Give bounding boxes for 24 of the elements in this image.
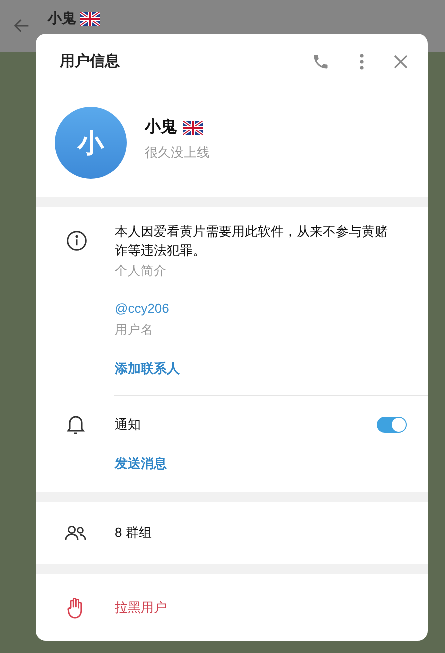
notifications-label: 通知: [115, 416, 142, 434]
flag-icon: [183, 121, 203, 135]
block-user-button[interactable]: 拉黑用户: [115, 598, 167, 618]
bell-icon: [66, 414, 84, 434]
profile-name: 小鬼: [145, 118, 177, 138]
chat-name: 小鬼: [48, 9, 76, 28]
close-icon[interactable]: [394, 55, 408, 69]
hand-icon: [66, 596, 84, 618]
username-label: 用户名: [115, 322, 155, 340]
last-seen-status: 很久没上线: [145, 144, 210, 162]
flag-icon: [80, 12, 100, 26]
dialog-title: 用户信息: [60, 52, 121, 72]
people-icon: [64, 525, 86, 541]
avatar: 小: [55, 107, 127, 179]
username-link[interactable]: @ccy206: [115, 298, 395, 318]
add-contact-button[interactable]: 添加联系人: [115, 359, 180, 378]
info-icon: [66, 230, 88, 252]
bio-text: 本人因爱看黄片需要用此软件，从来不参与黄赌诈等违法犯罪。: [115, 223, 389, 260]
phone-icon[interactable]: [312, 53, 330, 71]
more-icon[interactable]: [360, 54, 364, 70]
send-message-button[interactable]: 发送消息: [115, 454, 167, 473]
bio-label: 个人简介: [115, 263, 168, 280]
notifications-toggle[interactable]: [377, 416, 407, 432]
groups-count[interactable]: 8 群组: [115, 523, 152, 543]
